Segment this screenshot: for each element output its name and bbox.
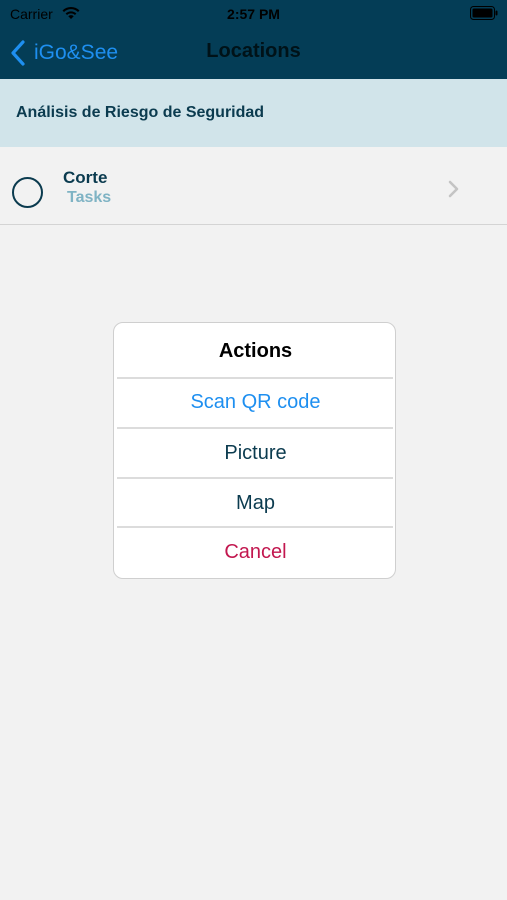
action-sheet: Actions Scan QR code Picture Map Cancel	[113, 322, 396, 579]
picture-button[interactable]: Picture	[114, 429, 395, 477]
scan-qr-code-button[interactable]: Scan QR code	[114, 378, 395, 426]
screen: Carrier 2:57 PM iGo&See Locations Anális…	[0, 0, 507, 900]
action-sheet-title: Actions	[218, 340, 293, 362]
cancel-button[interactable]: Cancel	[114, 528, 395, 576]
section-title: Análisis de Riesgo de Seguridad	[16, 104, 265, 121]
status-time: 2:57 PM	[227, 6, 280, 22]
list-item[interactable]: Corte Tasks	[0, 147, 507, 225]
chevron-right-icon	[448, 180, 459, 198]
battery-icon	[470, 6, 498, 20]
map-button[interactable]: Map	[114, 479, 395, 527]
radio-circle-icon[interactable]	[12, 177, 43, 208]
page-title: Locations	[206, 40, 301, 62]
navigation-bar: iGo&See Locations	[0, 28, 507, 79]
list-item-title: Corte	[63, 168, 108, 187]
section-header: Análisis de Riesgo de Seguridad	[0, 79, 507, 147]
top-bar: Carrier 2:57 PM iGo&See Locations	[0, 0, 507, 79]
status-bar: Carrier 2:57 PM	[0, 0, 507, 28]
list-item-subtitle: Tasks	[67, 189, 112, 206]
